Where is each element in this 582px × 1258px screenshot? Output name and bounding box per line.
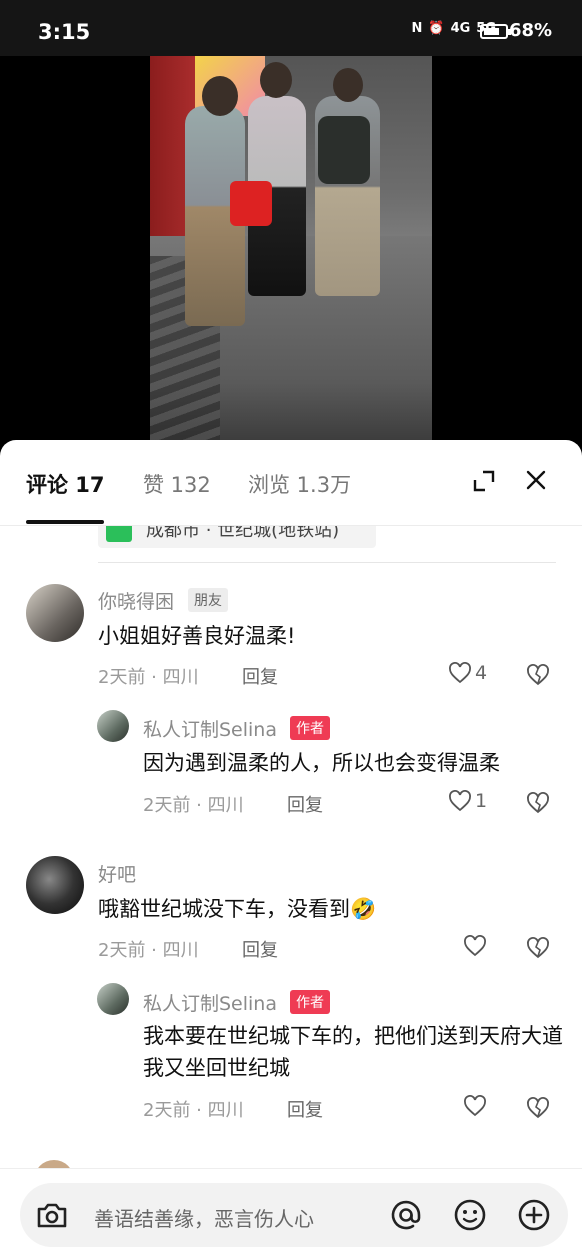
comment-input-bar: 善语结善缘，恶言伤人心 [0, 1168, 582, 1258]
author-badge: 作者 [290, 990, 330, 1014]
reply-button[interactable]: 回复 [242, 663, 278, 689]
alarm-icon: ⏰ [428, 21, 445, 36]
camera-icon[interactable] [34, 1197, 70, 1233]
heart-icon [449, 662, 471, 684]
friend-badge: 朋友 [188, 588, 228, 612]
like-button[interactable] [463, 1095, 490, 1117]
tab-underline [26, 520, 104, 524]
comment-author[interactable]: 你晓得困 [98, 587, 174, 614]
comment-sheet: 评论 17 赞 132 浏览 1.3万 成都市 · 世纪城(地铁站) 你晓得困 … [0, 440, 582, 1258]
comment-text: 小姐姐好善良好温柔! [98, 624, 296, 648]
battery-icon [480, 24, 511, 39]
reply-button[interactable]: 回复 [242, 936, 278, 962]
add-icon[interactable] [516, 1197, 552, 1233]
comment-meta: 2天前 · 四川 [143, 795, 244, 816]
reply-button[interactable]: 回复 [287, 1096, 323, 1122]
comment-text: 因为遇到温柔的人，所以也会变得温柔 [143, 751, 500, 775]
location-tag[interactable]: 成都市 · 世纪城(地铁站) [98, 526, 376, 548]
comment-input[interactable]: 善语结善缘，恶言伤人心 [20, 1183, 568, 1247]
tab-bar: 评论 17 赞 132 浏览 1.3万 [0, 440, 582, 526]
broken-heart-icon[interactable] [526, 936, 550, 960]
heart-icon [449, 790, 471, 812]
comment-meta: 2天前 · 四川 [143, 1100, 244, 1121]
input-placeholder: 善语结善缘，恶言伤人心 [94, 1207, 314, 1231]
comment-text: 哦豁世纪城没下车，没看到🤣 [98, 897, 377, 921]
signal-4g-icon: 4G [450, 21, 471, 36]
author-badge: 作者 [290, 716, 330, 740]
broken-heart-icon[interactable] [526, 663, 550, 687]
avatar[interactable] [26, 856, 84, 914]
like-button[interactable] [463, 935, 490, 957]
like-count: 4 [475, 662, 488, 684]
tab-views[interactable]: 浏览 1.3万 [248, 469, 351, 499]
broken-heart-icon[interactable] [526, 791, 550, 815]
broken-heart-icon[interactable] [526, 1096, 550, 1120]
comment-author[interactable]: 私人订制Selina [143, 715, 277, 742]
comment-meta: 2天前 · 四川 [98, 940, 199, 961]
comment-text: 我本要在世纪城下车的，把他们送到天府大道我又坐回世纪城 [143, 1024, 563, 1080]
battery-percent: 68% [509, 20, 553, 41]
heart-icon [464, 1095, 486, 1117]
location-pin-icon [106, 526, 132, 542]
like-count: 1 [475, 790, 488, 812]
status-bar: 3:15 N ⏰ 4G 5G 68% [0, 0, 582, 56]
heart-icon [464, 935, 486, 957]
avatar[interactable] [97, 983, 129, 1015]
tab-comments[interactable]: 评论 17 [26, 469, 105, 499]
reply-button[interactable]: 回复 [287, 791, 323, 817]
tab-likes[interactable]: 赞 132 [143, 469, 211, 499]
comment-meta: 2天前 · 四川 [98, 667, 199, 688]
like-button[interactable]: 4 [448, 662, 487, 684]
avatar[interactable] [97, 710, 129, 742]
close-icon[interactable] [524, 468, 548, 492]
emoji-icon[interactable] [452, 1197, 488, 1233]
mention-icon[interactable] [388, 1197, 424, 1233]
avatar[interactable] [26, 584, 84, 642]
comment-author[interactable]: 好吧 [98, 860, 136, 887]
nfc-icon: N [411, 21, 423, 36]
comment-author[interactable]: 私人订制Selina [143, 989, 277, 1016]
video-player[interactable] [150, 56, 432, 446]
status-time: 3:15 [38, 20, 91, 44]
like-button[interactable]: 1 [448, 790, 487, 812]
expand-icon[interactable] [473, 470, 495, 492]
